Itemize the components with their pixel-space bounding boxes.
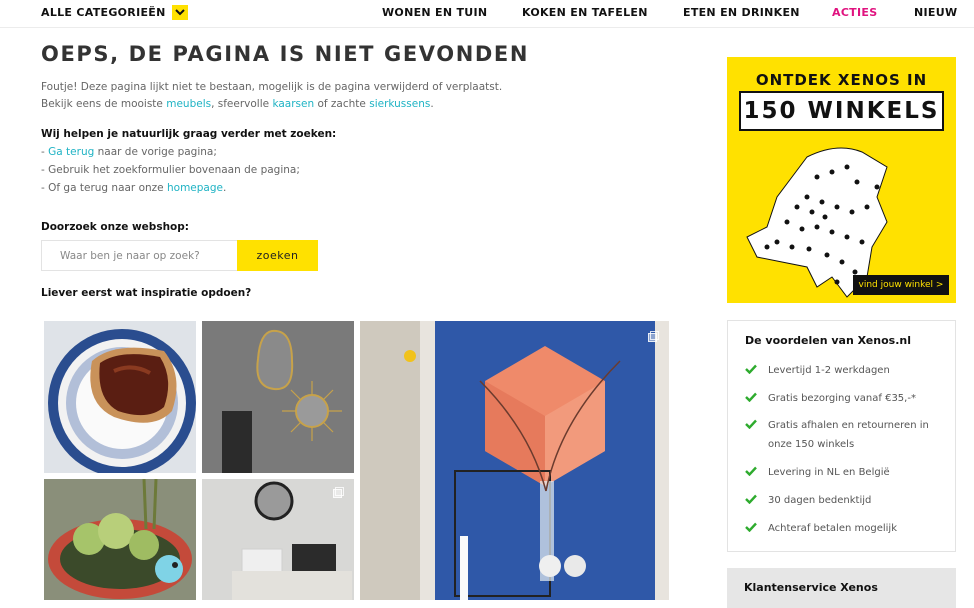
help-item-back: - Ga terug naar de vorige pagina; xyxy=(41,143,300,161)
benefit-text: Levering in NL en België xyxy=(768,467,890,478)
benefit-item: Levertijd 1-2 werkdagen xyxy=(745,361,950,380)
check-icon xyxy=(745,494,757,504)
link-homepage[interactable]: homepage xyxy=(167,182,223,194)
benefit-item: Achteraf betalen mogelijk xyxy=(745,519,950,538)
ad-line2: 150 WINKELS xyxy=(739,91,944,131)
photo-mirror-image xyxy=(202,321,354,473)
benefit-item: 30 dagen bedenktijd xyxy=(745,491,950,510)
help-list: - Ga terug naar de vorige pagina; - Gebr… xyxy=(41,143,300,197)
check-icon xyxy=(745,522,757,532)
benefit-text: 30 dagen bedenktijd xyxy=(768,495,872,506)
intro-mid2: of zachte xyxy=(314,98,370,110)
help-heading: Wij helpen je natuurlijk graag verder me… xyxy=(41,128,337,140)
help-item3-suffix: . xyxy=(222,182,227,194)
benefit-item: Levering in NL en België xyxy=(745,463,950,482)
nav-item-eten-en-drinken[interactable]: ETEN EN DRINKEN xyxy=(683,6,800,19)
chevron-down-icon xyxy=(171,5,188,20)
help-item-search: - Gebruik het zoekformulier bovenaan de … xyxy=(41,164,300,176)
inspiration-heading: Liever eerst wat inspiratie opdoen? xyxy=(41,287,252,299)
intro-links-line: Bekijk eens de mooiste meubels, sfeervol… xyxy=(41,95,434,113)
link-kaarsen[interactable]: kaarsen xyxy=(272,98,314,110)
benefit-item: Gratis afhalen en retourneren in onze 15… xyxy=(745,416,950,454)
nav-item-nieuw[interactable]: NIEUW xyxy=(914,6,957,19)
photo-livingroom-image xyxy=(202,479,354,600)
all-categories-button[interactable]: ALLE CATEGORIEËN xyxy=(41,5,188,20)
inspiration-photo-livingroom[interactable] xyxy=(202,479,354,600)
search-form: zoeken xyxy=(41,240,318,271)
photo-poster-image xyxy=(360,321,669,600)
store-locator-ad[interactable]: ONTDEK XENOS IN 150 WINKELS vind jouw wi… xyxy=(727,57,956,303)
ad-line1: ONTDEK XENOS IN xyxy=(755,71,928,89)
photo-toast-image xyxy=(44,321,196,473)
customer-service-box[interactable]: Klantenservice Xenos xyxy=(727,568,956,608)
help-item3-prefix: - Of ga terug naar onze xyxy=(41,182,167,194)
benefit-text: Achteraf betalen mogelijk xyxy=(768,523,897,534)
multiple-images-icon xyxy=(648,331,659,342)
check-icon xyxy=(745,419,757,429)
help-item-home: - Of ga terug naar onze homepage. xyxy=(41,179,300,197)
check-icon xyxy=(745,466,757,476)
benefit-text: Levertijd 1-2 werkdagen xyxy=(768,365,890,376)
intro-text: Foutje! Deze pagina lijkt niet te bestaa… xyxy=(41,81,503,93)
link-sierkussens[interactable]: sierkussens xyxy=(369,98,430,110)
check-icon xyxy=(745,392,757,402)
search-heading: Doorzoek onze webshop: xyxy=(41,221,189,233)
inspiration-photo-plant[interactable] xyxy=(44,479,196,600)
customer-service-title: Klantenservice Xenos xyxy=(744,581,878,594)
search-button[interactable]: zoeken xyxy=(237,240,318,271)
nav-item-koken-en-tafelen[interactable]: KOKEN EN TAFELEN xyxy=(522,6,648,19)
intro-suffix: . xyxy=(430,98,434,110)
check-icon xyxy=(745,364,757,374)
link-ga-terug[interactable]: Ga terug xyxy=(48,146,94,158)
nav-item-acties[interactable]: ACTIES xyxy=(832,6,877,19)
page-title: OEPS, DE PAGINA IS NIET GEVONDEN xyxy=(41,42,530,66)
benefit-text: Gratis bezorging vanaf €35,-* xyxy=(768,393,916,404)
benefit-item: Gratis bezorging vanaf €35,-* xyxy=(745,389,950,408)
intro-mid1: , sfeervolle xyxy=(211,98,273,110)
benefits-box: De voordelen van Xenos.nl Levertijd 1-2 … xyxy=(727,320,956,552)
link-meubels[interactable]: meubels xyxy=(166,98,211,110)
top-navigation: ALLE CATEGORIEËN WONEN EN TUIN KOKEN EN … xyxy=(0,0,974,28)
inspiration-photo-toast[interactable] xyxy=(44,321,196,473)
all-categories-label: ALLE CATEGORIEËN xyxy=(41,6,166,19)
search-input[interactable] xyxy=(41,240,257,271)
find-store-button[interactable]: vind jouw winkel > xyxy=(853,275,949,295)
multiple-images-icon xyxy=(333,487,344,498)
benefit-text: Gratis afhalen en retourneren in onze 15… xyxy=(768,420,929,450)
photo-plant-image xyxy=(44,479,196,600)
help-item1-suffix: naar de vorige pagina; xyxy=(94,146,217,158)
nav-item-wonen-en-tuin[interactable]: WONEN EN TUIN xyxy=(382,6,487,19)
inspiration-photo-poster[interactable] xyxy=(360,321,669,600)
inspiration-photo-mirror[interactable] xyxy=(202,321,354,473)
intro-prefix: Bekijk eens de mooiste xyxy=(41,98,167,110)
benefits-title: De voordelen van Xenos.nl xyxy=(745,334,911,347)
